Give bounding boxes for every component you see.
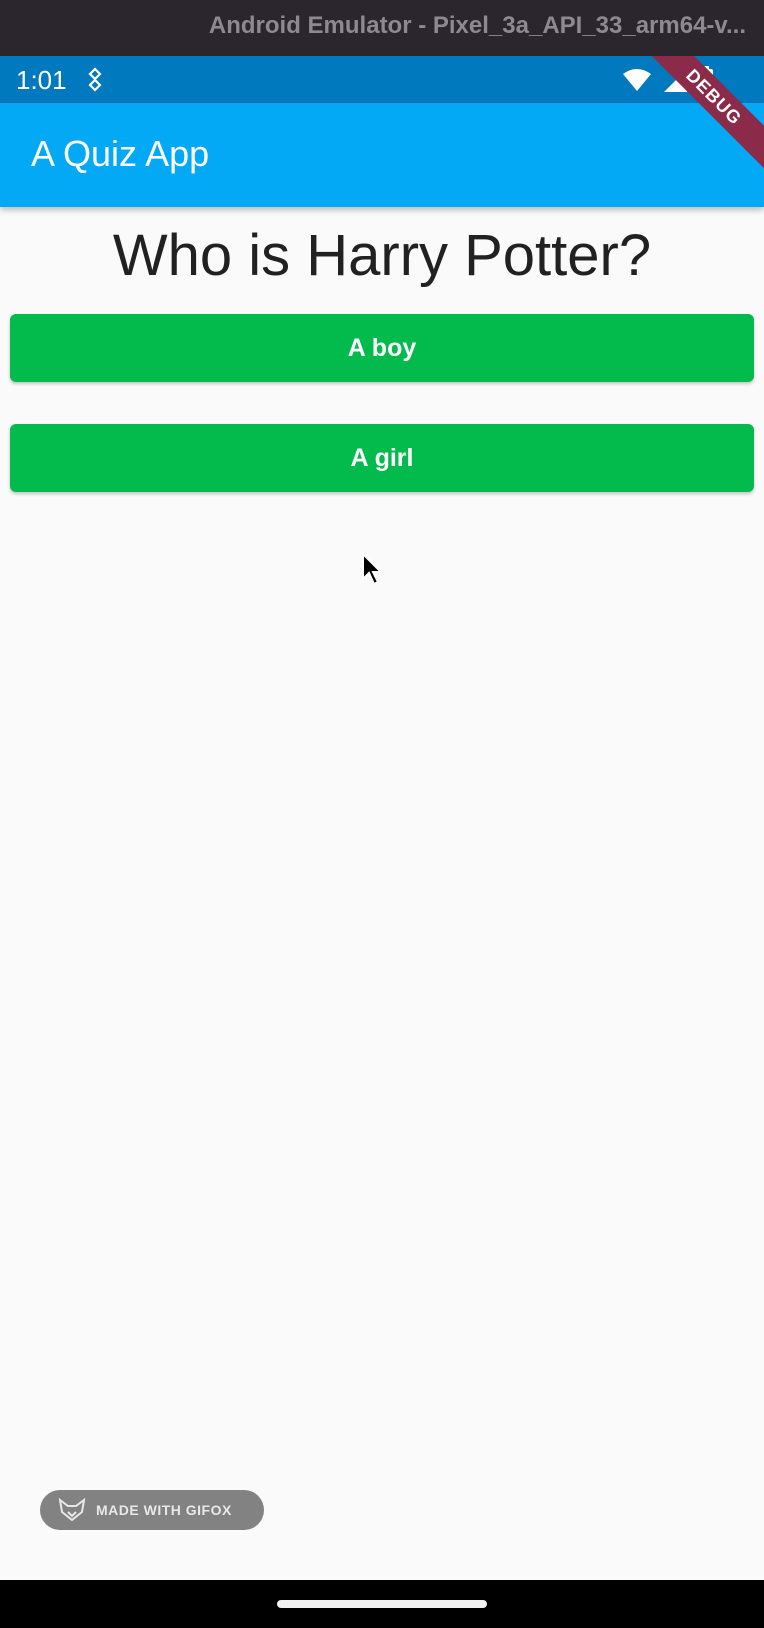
gifox-watermark: MADE WITH GIFOX <box>40 1490 264 1530</box>
question-text: Who is Harry Potter? <box>112 223 652 288</box>
mouse-cursor-icon <box>362 552 384 586</box>
fox-logo-icon <box>58 1498 86 1522</box>
app-title: A Quiz App <box>31 133 210 174</box>
emulator-window: Android Emulator - Pixel_3a_API_33_arm64… <box>0 0 764 1628</box>
window-title: Android Emulator - Pixel_3a_API_33_arm64… <box>208 12 746 39</box>
wifi-icon <box>623 69 651 91</box>
status-time: 1:01 <box>16 65 67 95</box>
notification-icon <box>88 67 102 92</box>
app-bar: A Quiz App <box>0 103 764 207</box>
navigation-bar <box>0 1580 764 1628</box>
phone-screen: 1:01 A Quiz App DEBUG Who is Harry Potte… <box>0 56 764 1628</box>
status-bar: 1:01 <box>0 56 764 103</box>
watermark-label: MADE WITH GIFOX <box>96 1502 232 1518</box>
home-gesture-handle[interactable] <box>277 1600 487 1608</box>
answer-button-a-girl[interactable]: A girl <box>10 424 754 492</box>
answer-button-a-boy[interactable]: A boy <box>10 314 754 382</box>
window-titlebar[interactable]: Android Emulator - Pixel_3a_API_33_arm64… <box>0 0 764 57</box>
